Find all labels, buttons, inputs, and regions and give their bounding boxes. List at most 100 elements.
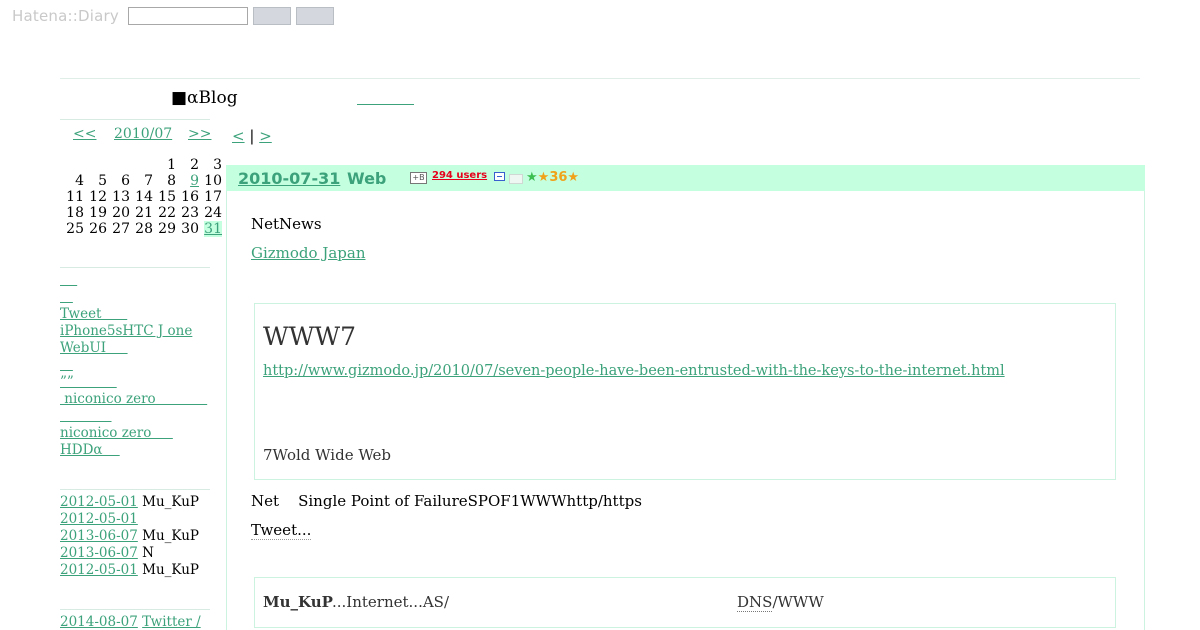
quote-url-link[interactable]: http://www.gizmodo.jp/2010/07/seven-peop… [263, 363, 1005, 379]
recent-trackback-date[interactable]: 2014-08-07 [60, 614, 138, 630]
comment-dns-text: DNS/WWW [737, 593, 824, 612]
calendar-day: 3 [213, 157, 222, 173]
blog-title[interactable]: ■αBlog [171, 88, 238, 108]
calendar-week: 18 19 20 21 22 23 24 [62, 205, 223, 221]
calendar-day [131, 157, 154, 173]
comment-dns-rest: /WWW [772, 593, 824, 611]
hatena-bookmark-icon[interactable]: +B [410, 172, 427, 184]
add-star-icon[interactable] [509, 174, 523, 184]
entry-body-text: Net Single Point of FailureSPOF1WWWhttp/… [251, 492, 642, 510]
sidebar-divider [60, 489, 210, 490]
entry-category[interactable]: Web [347, 169, 386, 188]
calendar-day: 8 [167, 173, 176, 189]
recent-comment-user: Mu_KuP [142, 562, 199, 578]
prev-entry-link[interactable]: < [232, 127, 245, 145]
recent-comment-user: N [142, 545, 154, 561]
calendar-day: 10 [204, 173, 222, 189]
star-count: 36 [549, 170, 568, 185]
green-star-icon: ★ [526, 170, 538, 185]
recent-comments: 2012-05-01 Mu_KuP 2012-05-01 2013-06-07 M… [60, 494, 199, 579]
calendar-day-link[interactable]: 9 [190, 173, 199, 189]
calendar-day: 26 [89, 221, 107, 237]
recent-comment-row: 2012-05-01 Mu_KuP [60, 494, 199, 511]
header-divider [60, 78, 1140, 79]
comment-icon[interactable] [494, 172, 505, 181]
calendar-day: 23 [181, 205, 199, 221]
source-link[interactable]: Gizmodo Japan [251, 244, 366, 262]
section-title: NetNews [251, 215, 322, 233]
recent-comment-user: Mu_KuP [142, 494, 199, 510]
login-button[interactable] [296, 7, 334, 25]
calendar-day: 18 [66, 205, 84, 221]
search-button[interactable] [253, 7, 291, 25]
calendar-day: 16 [181, 189, 199, 205]
calendar-month-link[interactable]: 2010/07 [114, 126, 172, 142]
recent-comment-row: 2013-06-07 Mu_KuP [60, 528, 199, 545]
calendar-day [85, 157, 108, 173]
calendar-day: 1 [167, 157, 176, 173]
quote-title: WWW7 [263, 322, 356, 351]
calendar-day: 17 [204, 189, 222, 205]
calendar-day: 30 [181, 221, 199, 237]
calendar-day: 24 [204, 205, 222, 221]
hatena-toolbar: Hatena::Diary [0, 0, 1200, 34]
calendar-day: 25 [66, 221, 84, 237]
calendar-prev-month-link[interactable]: << [73, 126, 96, 142]
calendar-day: 28 [135, 221, 153, 237]
calendar-day: 29 [158, 221, 176, 237]
recent-comment-row: 2012-05-01 Mu_KuP [60, 562, 199, 579]
calendar-day: 27 [112, 221, 130, 237]
calendar-day[interactable]: 31 [200, 221, 223, 237]
comment-text: ...Internet...AS/ [332, 593, 449, 611]
search-input[interactable] [128, 7, 248, 25]
star-icon: ★ [567, 170, 580, 185]
blog-header-link[interactable] [357, 104, 414, 105]
calendar-day: 6 [121, 173, 130, 189]
entry-date-link[interactable]: 2010-07-31 [238, 169, 340, 188]
calendar-day: 7 [144, 173, 153, 189]
hatena-diary-logo[interactable]: Hatena::Diary [12, 7, 119, 25]
recent-comment-date-link[interactable]: 2013-06-07 [60, 545, 138, 561]
pager-separator: | [249, 127, 255, 145]
calendar-day: 5 [98, 173, 107, 189]
calendar-day: 2 [190, 157, 199, 173]
sidebar-divider [60, 119, 210, 120]
recent-trackback: 2014-08-07 Twitter / [60, 614, 201, 630]
calendar-day [62, 157, 85, 173]
tweet-more-link[interactable]: Tweet... [251, 521, 312, 540]
calendar-week: 11 12 13 14 15 16 17 [62, 189, 223, 205]
bookmark-users-count[interactable]: 294 users [432, 170, 487, 181]
calendar-day: 22 [158, 205, 176, 221]
recent-comment-date-link[interactable]: 2013-06-07 [60, 528, 138, 544]
calendar-day: 4 [75, 173, 84, 189]
calendar-day-link[interactable]: 31 [204, 221, 222, 237]
calendar-day: 21 [135, 205, 153, 221]
recent-comment-date-link[interactable]: 2012-05-01 [60, 511, 138, 527]
calendar: 1 2 3 4 5 6 7 8 9 10 11 12 13 14 15 16 17 18 19 20 21 22 23 24 2… [62, 157, 223, 237]
star-rating[interactable]: ★★36★ [526, 170, 579, 185]
recent-comment-row: 2012-05-01 [60, 511, 199, 528]
recent-trackback-link[interactable]: Twitter / [142, 614, 201, 630]
quote-text: 7Wold Wide Web [263, 446, 392, 464]
calendar-day: 20 [112, 205, 130, 221]
next-entry-link[interactable]: > [259, 127, 272, 145]
comment-user: Mu_KuP [263, 593, 333, 611]
sidebar-divider [60, 609, 210, 610]
recent-comment-date-link[interactable]: 2012-05-01 [60, 562, 138, 578]
recent-comment-user: Mu_KuP [142, 528, 199, 544]
calendar-day: 13 [112, 189, 130, 205]
dns-keyword[interactable]: DNS [737, 593, 773, 612]
calendar-week: 123 [62, 157, 223, 173]
calendar-day[interactable]: 9 [177, 173, 200, 189]
recent-comment-date-link[interactable]: 2012-05-01 [60, 494, 138, 510]
recent-comment-row: 2013-06-07 N [60, 545, 199, 562]
entry-pager: < | > [232, 127, 272, 145]
calendar-week: 4 5 6 7 8 9 10 [62, 173, 223, 189]
calendar-day [108, 157, 131, 173]
calendar-day: 11 [66, 189, 84, 205]
calendar-week: 25 26 27 28 29 30 31 [62, 221, 223, 237]
calendar-day: 15 [158, 189, 176, 205]
sidebar-divider [60, 267, 210, 268]
calendar-day: 14 [135, 189, 153, 205]
calendar-next-month-link[interactable]: >> [188, 126, 211, 142]
